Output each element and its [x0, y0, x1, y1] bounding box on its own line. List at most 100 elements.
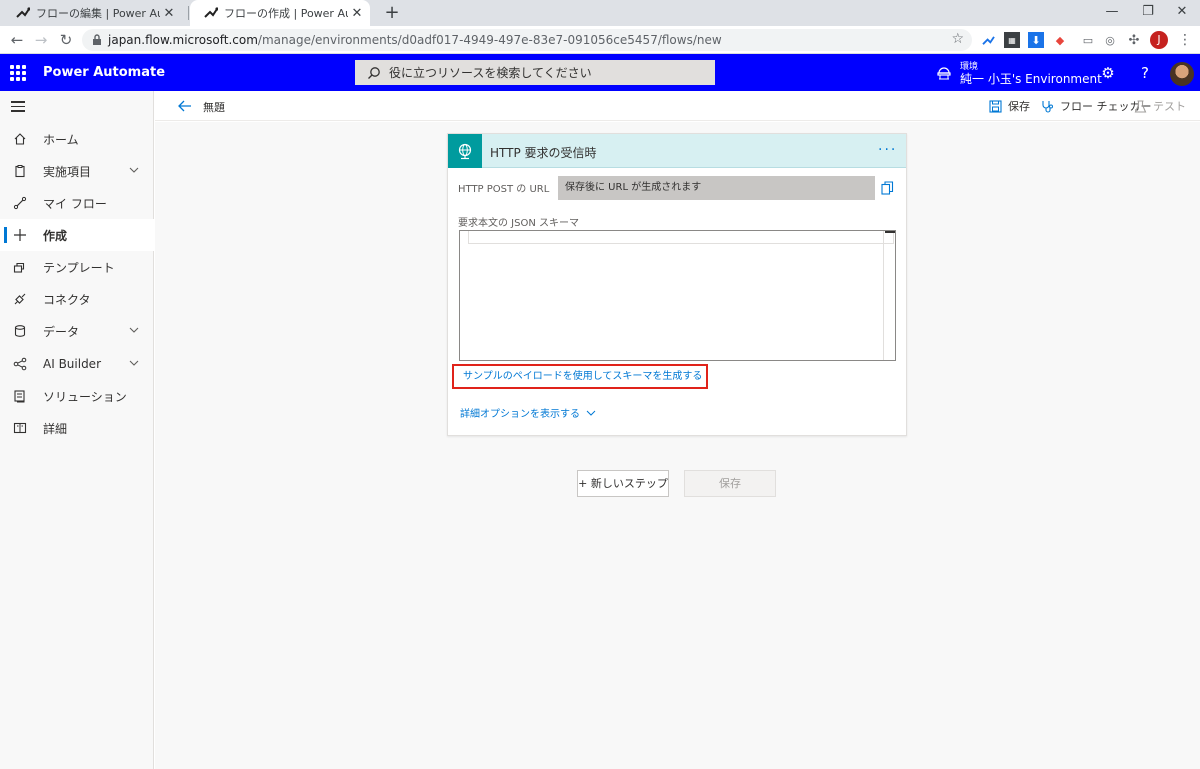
- plus-icon: [12, 227, 28, 243]
- new-tab-button[interactable]: +: [382, 1, 402, 25]
- restore-window-icon[interactable]: ❐: [1130, 0, 1166, 26]
- save-button[interactable]: 保存: [684, 470, 776, 497]
- address-bar[interactable]: japan.flow.microsoft.com/manage/environm…: [82, 29, 972, 51]
- bookmark-star-icon[interactable]: ☆: [951, 31, 964, 47]
- browser-menu-icon[interactable]: ⋮: [1178, 31, 1192, 49]
- environment-picker[interactable]: 環境 純一 小玉's Environment: [936, 59, 1102, 87]
- extensions-puzzle-icon[interactable]: ✣: [1126, 32, 1142, 48]
- copy-icon[interactable]: [881, 181, 894, 195]
- back-arrow-icon[interactable]: ←: [7, 30, 27, 50]
- nav-item-my-flows[interactable]: マイ フロー: [0, 187, 154, 219]
- settings-gear-icon[interactable]: ⚙: [1098, 63, 1118, 83]
- ai-builder-icon: [12, 356, 28, 372]
- test-label: テスト: [1153, 100, 1186, 113]
- http-post-url-label: HTTP POST の URL: [458, 184, 550, 195]
- browser-tab-create-flow[interactable]: フローの作成 | Power Automate ✕: [190, 0, 370, 26]
- generate-schema-from-sample-link[interactable]: サンプルのペイロードを使用してスキーマを生成する: [452, 364, 708, 389]
- save-icon: [989, 99, 1002, 113]
- database-icon: [12, 323, 28, 339]
- help-icon[interactable]: ?: [1135, 63, 1155, 83]
- connector-icon: [12, 291, 28, 307]
- url-host: japan.flow.microsoft.com: [108, 33, 258, 47]
- save-command-label: 保存: [1008, 100, 1030, 113]
- tab-divider: [188, 6, 189, 20]
- environment-icon: [937, 67, 951, 80]
- show-advanced-options-link[interactable]: 詳細オプションを表示する: [460, 405, 596, 420]
- chat-extension-icon[interactable]: ▭: [1080, 32, 1096, 48]
- save-command-button[interactable]: 保存: [989, 98, 1030, 114]
- nav-item-data[interactable]: データ: [0, 315, 154, 347]
- test-button[interactable]: テスト: [1134, 98, 1186, 114]
- designer-command-bar: 無題 保存 フロー チェッカー テスト: [155, 91, 1200, 121]
- nav-item-label: ソリューション: [43, 389, 127, 404]
- close-tab-icon[interactable]: ✕: [348, 6, 366, 21]
- nav-item-action-items[interactable]: 実施項目: [0, 155, 154, 187]
- app-brand[interactable]: Power Automate: [43, 65, 165, 80]
- json-schema-label: 要求本文の JSON スキーマ: [458, 218, 580, 229]
- nav-item-label: マイ フロー: [43, 196, 107, 211]
- nav-item-connectors[interactable]: コネクタ: [0, 283, 154, 315]
- user-avatar[interactable]: [1170, 62, 1194, 86]
- forward-arrow-icon[interactable]: →: [31, 30, 51, 50]
- browser-tab-title: フローの編集 | Power Automate: [36, 7, 160, 20]
- download-extension-icon[interactable]: ⬇: [1028, 32, 1044, 48]
- nav-item-label: 実施項目: [43, 164, 92, 179]
- extension-icon[interactable]: ◆: [1052, 32, 1068, 48]
- nav-item-label: データ: [43, 324, 80, 339]
- nav-item-create[interactable]: 作成: [0, 219, 154, 251]
- chevron-down-icon[interactable]: [128, 357, 144, 372]
- back-arrow-icon[interactable]: [177, 98, 193, 114]
- url-path: /manage/environments/d0adf017-4949-497e-…: [257, 33, 722, 47]
- http-globe-icon: [448, 134, 482, 168]
- search-placeholder: 役に立つリソースを検索してください: [389, 66, 592, 80]
- nav-item-templates[interactable]: テンプレート: [0, 251, 154, 283]
- browser-profile-avatar[interactable]: J: [1150, 31, 1168, 49]
- http-trigger-card: HTTP 要求の受信時 ··· HTTP POST の URL 保存後に URL…: [447, 133, 907, 436]
- flow-name[interactable]: 無題: [203, 99, 225, 115]
- lock-icon: [93, 34, 101, 45]
- nav-item-label: 詳細: [43, 421, 68, 436]
- browser-tabstrip: フローの編集 | Power Automate ✕ フローの作成 | Power…: [0, 0, 1200, 26]
- trigger-card-title: HTTP 要求の受信時: [490, 146, 597, 160]
- editor-current-line: [468, 231, 894, 244]
- scrollbar-thumb[interactable]: [885, 231, 895, 233]
- book-icon: [12, 420, 28, 436]
- template-icon: [12, 259, 28, 275]
- search-icon: [368, 66, 380, 79]
- editor-scrollbar[interactable]: [883, 231, 895, 360]
- nav-item-home[interactable]: ホーム: [0, 123, 154, 155]
- environment-name: 純一 小玉's Environment: [960, 72, 1102, 86]
- hamburger-menu-icon[interactable]: [11, 101, 25, 113]
- extension-icon[interactable]: ▦: [1004, 32, 1020, 48]
- beaker-icon: [1134, 99, 1147, 113]
- new-step-button[interactable]: + 新しいステップ: [577, 470, 669, 497]
- nav-item-label: ホーム: [43, 132, 79, 147]
- reload-icon[interactable]: ↻: [56, 30, 76, 50]
- home-icon: [12, 131, 28, 147]
- app-launcher-icon[interactable]: [10, 65, 26, 81]
- close-tab-icon[interactable]: ✕: [160, 6, 178, 21]
- nav-item-solutions[interactable]: ソリューション: [0, 380, 154, 412]
- active-indicator: [4, 227, 7, 243]
- more-options-icon[interactable]: ···: [878, 142, 897, 158]
- nav-item-ai-builder[interactable]: AI Builder: [0, 348, 154, 380]
- camera-extension-icon[interactable]: ◎: [1102, 32, 1118, 48]
- browser-tab-edit-flow[interactable]: フローの編集 | Power Automate ✕: [2, 0, 182, 26]
- minimize-window-icon[interactable]: —: [1094, 0, 1130, 26]
- chevron-down-icon: [586, 410, 596, 416]
- json-schema-editor[interactable]: [459, 230, 896, 361]
- power-automate-extension-icon[interactable]: [980, 32, 996, 48]
- nav-item-label: 作成: [43, 228, 68, 243]
- chevron-down-icon[interactable]: [128, 324, 144, 339]
- power-automate-favicon-icon: [16, 6, 30, 20]
- browser-tab-title: フローの作成 | Power Automate: [224, 7, 348, 20]
- advanced-options-label: 詳細オプションを表示する: [460, 409, 580, 420]
- close-window-icon[interactable]: ✕: [1164, 0, 1200, 26]
- search-box[interactable]: 役に立つリソースを検索してください: [355, 60, 715, 85]
- solution-icon: [12, 388, 28, 404]
- chevron-down-icon[interactable]: [128, 164, 144, 179]
- trigger-card-header[interactable]: HTTP 要求の受信時 ···: [448, 134, 906, 168]
- nav-item-label: テンプレート: [43, 260, 115, 275]
- http-post-url-field: 保存後に URL が生成されます: [558, 176, 875, 200]
- nav-item-learn[interactable]: 詳細: [0, 412, 154, 444]
